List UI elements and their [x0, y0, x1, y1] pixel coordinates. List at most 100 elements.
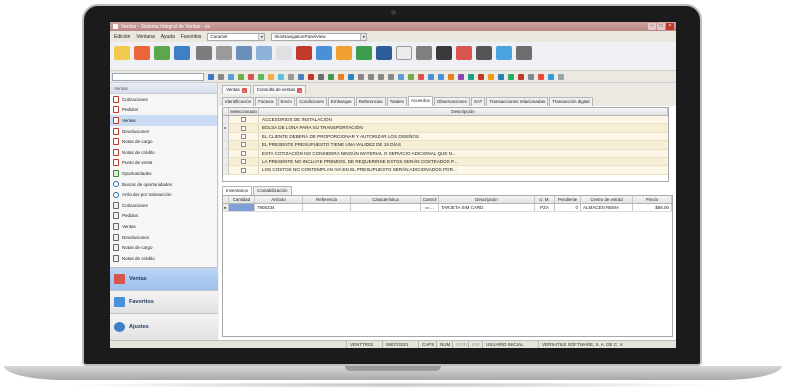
info-icon[interactable]	[498, 74, 504, 80]
tab-sat[interactable]: SAT	[470, 97, 486, 106]
cancel-icon[interactable]	[308, 74, 314, 80]
erase-icon[interactable]	[418, 74, 424, 80]
close-doc-icon[interactable]	[518, 74, 524, 80]
close-tab-icon[interactable]: ×	[241, 87, 247, 93]
sidebar-item-consulta-notas-credito[interactable]: Notas de crédito	[110, 253, 217, 264]
column-header-control[interactable]: Control	[421, 196, 439, 203]
pdf-icon[interactable]	[408, 74, 414, 80]
balance-icon[interactable]	[416, 46, 432, 60]
export-icon[interactable]	[328, 74, 334, 80]
sidebar-item-oportunidades[interactable]: Oportunidades	[110, 168, 217, 179]
row-checkbox[interactable]	[228, 116, 259, 124]
window-titlebar[interactable]: Ventas - Sistema Integral de Ventas - vs…	[110, 22, 676, 31]
sidebar-item-articulos-transaccion[interactable]: Artículos por transacción	[110, 189, 217, 200]
menu-ayuda[interactable]: Ayuda	[161, 34, 175, 40]
delete-icon[interactable]	[248, 74, 254, 80]
tab-consulta-ventas[interactable]: Consulta de ventas ×	[252, 85, 307, 94]
row-checkbox[interactable]	[228, 157, 259, 166]
tab-factura[interactable]: Factura	[255, 97, 277, 106]
checkbox-box[interactable]	[240, 133, 246, 139]
tab-condiciones[interactable]: Condiciones	[296, 97, 327, 106]
skin-select[interactable]: SkinNavigationPanelView ▾	[271, 32, 368, 41]
clock-icon[interactable]	[456, 46, 472, 60]
column-header-cantidad[interactable]: Cantidad	[229, 196, 255, 203]
box-icon[interactable]	[336, 46, 352, 60]
transfer-icon[interactable]	[174, 46, 190, 60]
table-row[interactable]: ACCESORIOS DE INSTALACIÓN	[223, 116, 668, 125]
users-icon[interactable]	[516, 46, 532, 60]
tools-icon[interactable]	[476, 46, 492, 60]
attach-icon[interactable]	[338, 74, 344, 80]
column-header-seleccionado[interactable]: Seleccionado	[229, 108, 259, 115]
chart-icon[interactable]	[196, 46, 212, 60]
nav-favoritos[interactable]: Favoritos	[110, 290, 218, 313]
tab-contabilizacion[interactable]: Contabilización	[253, 186, 292, 195]
column-header-precio[interactable]: Precio	[633, 196, 672, 203]
mail-icon[interactable]	[348, 74, 354, 80]
quick-select[interactable]	[112, 73, 204, 81]
row-checkbox[interactable]	[228, 141, 259, 149]
articulo-cell[interactable]: 7905334	[255, 204, 303, 211]
barcode-icon[interactable]	[216, 46, 232, 60]
mobile-icon[interactable]	[436, 46, 452, 60]
sidebar-item-punto-venta[interactable]: Punto de venta	[110, 158, 217, 169]
column-header-referencia[interactable]: Referencia	[303, 196, 351, 203]
descripcion-cell[interactable]: TARJETA SIM CARD	[439, 204, 535, 211]
numbers-icon[interactable]	[236, 46, 252, 60]
column-header-descripcion[interactable]: Descripción	[439, 196, 535, 203]
nav-ventas[interactable]: Ventas	[110, 267, 218, 290]
lock-icon[interactable]	[458, 74, 464, 80]
tab-ventas[interactable]: Ventas ×	[222, 85, 251, 94]
calc-icon[interactable]	[448, 74, 454, 80]
save-icon[interactable]	[238, 74, 244, 80]
table-row[interactable]: EL PRESENTE PRESUPUESTO TIENE UNA VALIDE…	[223, 141, 668, 150]
sidebar-item-consulta-ventas[interactable]: Ventas	[110, 221, 217, 232]
caracteristica-cell[interactable]	[351, 204, 421, 211]
menu-ventana[interactable]: Ventana	[136, 34, 154, 40]
find-icon[interactable]	[398, 74, 404, 80]
tab-envio[interactable]: Envío	[277, 97, 296, 106]
column-header-centro[interactable]: Centro de entrad	[581, 196, 633, 203]
sidebar-item-cotizaciones[interactable]: Cotizaciones	[110, 94, 217, 105]
sidebar-item-consulta-notas-cargo[interactable]: Notas de cargo	[110, 242, 217, 253]
tab-referencias[interactable]: Referencias	[355, 97, 386, 106]
tab-acuerdos[interactable]: Acuerdos	[407, 96, 433, 106]
sidebar-item-ventas[interactable]: Ventas	[110, 115, 217, 126]
control-cell[interactable]: ▭…	[421, 204, 439, 211]
grid-icon[interactable]	[256, 46, 272, 60]
menu-favoritos[interactable]: Favoritos	[181, 34, 202, 40]
sidebar-item-consulta-devoluciones[interactable]: Devoluciones	[110, 232, 217, 243]
checkbox-box[interactable]	[240, 150, 246, 156]
flag-icon[interactable]	[468, 74, 474, 80]
cart-icon[interactable]	[134, 46, 150, 60]
cantidad-cell[interactable]	[229, 204, 255, 211]
copy-icon[interactable]	[298, 74, 304, 80]
edit-icon[interactable]	[268, 74, 274, 80]
filter-icon[interactable]	[318, 74, 324, 80]
alert-icon[interactable]	[478, 74, 484, 80]
column-header-pendiente[interactable]: Pendiente	[555, 196, 581, 203]
tab-totales[interactable]: Totales	[386, 97, 407, 106]
tab-embarque[interactable]: Embarque	[327, 97, 355, 106]
nav-ajustes[interactable]: Ajustes	[110, 313, 218, 340]
sidebar-item-consulta-pedidos[interactable]: Pedidos	[110, 211, 217, 222]
row-checkbox[interactable]	[228, 132, 259, 141]
checkbox-box[interactable]	[240, 167, 246, 173]
theme-select[interactable]: Caramel ▾	[207, 32, 266, 41]
table-row[interactable]: EL CLIENTE DEBERÁ DE PROPORCIONAR Y AUTO…	[223, 132, 668, 142]
check-icon[interactable]	[278, 74, 284, 80]
binoculars-icon[interactable]	[208, 74, 214, 80]
row-checkbox[interactable]	[228, 149, 259, 157]
star-icon[interactable]	[488, 74, 494, 80]
sidebar-item-pedidos[interactable]: Pedidos	[110, 105, 217, 116]
row-checkbox[interactable]	[228, 166, 259, 174]
ok-icon[interactable]	[508, 74, 514, 80]
sidebar-item-notas-cargo[interactable]: Notas de cargo	[110, 136, 217, 147]
settings-icon[interactable]	[528, 74, 534, 80]
bank-icon[interactable]	[376, 46, 392, 60]
close-tab-icon[interactable]: ×	[297, 87, 303, 93]
table-row[interactable]: ESTA COTIZACIÓN NO CONSIDERA NINGÚN MATE…	[223, 149, 668, 158]
report-icon[interactable]	[296, 46, 312, 60]
checkbox-box[interactable]	[240, 125, 246, 131]
notes-icon[interactable]	[276, 46, 292, 60]
